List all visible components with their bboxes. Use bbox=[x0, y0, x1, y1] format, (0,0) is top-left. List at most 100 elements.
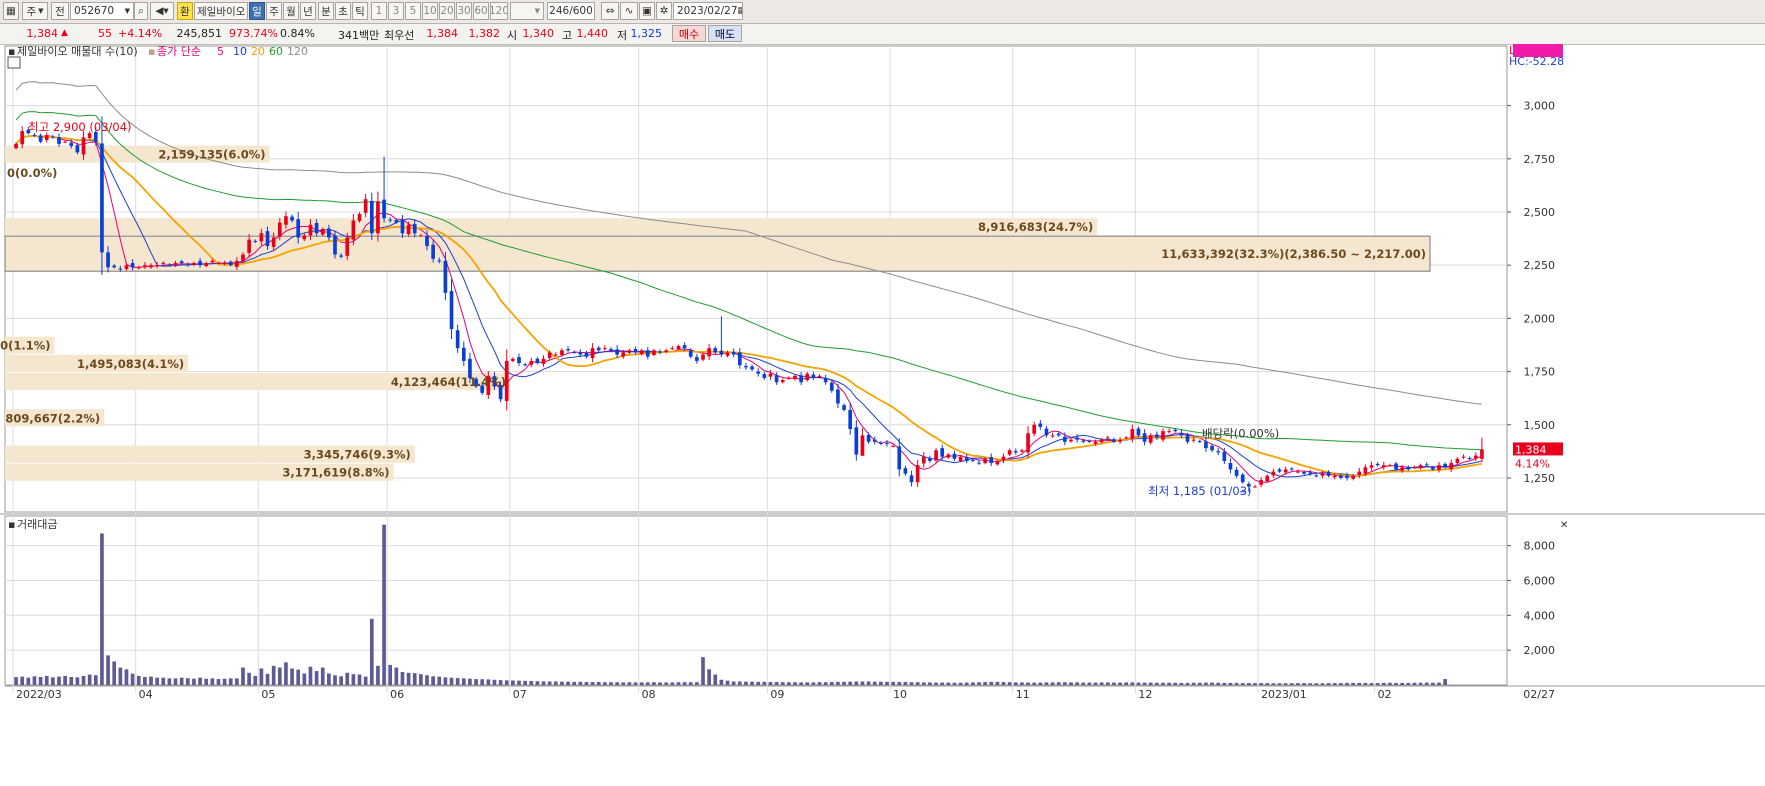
volume-bar bbox=[363, 676, 368, 685]
candle-body bbox=[719, 350, 724, 355]
volume-bar bbox=[1093, 682, 1098, 685]
trend-icon[interactable]: ∿ bbox=[620, 2, 638, 20]
candle-body bbox=[1167, 431, 1171, 433]
volume-bar bbox=[216, 679, 221, 685]
candle-body bbox=[1210, 446, 1214, 451]
candle-body bbox=[995, 460, 1000, 465]
volume-bar bbox=[87, 674, 92, 685]
candle-body bbox=[69, 142, 74, 147]
candle-body bbox=[1253, 486, 1257, 488]
period-year[interactable]: 년 bbox=[300, 2, 316, 20]
currency-button[interactable]: 환 bbox=[177, 2, 193, 20]
date-input[interactable]: 2023/02/27▦ bbox=[673, 2, 743, 20]
period-tick[interactable]: 틱 bbox=[352, 2, 368, 20]
candle-body bbox=[455, 330, 460, 349]
candle-body bbox=[75, 145, 80, 153]
candle-body bbox=[1473, 455, 1478, 459]
period-minute[interactable]: 분 bbox=[318, 2, 334, 20]
volume-bar bbox=[836, 681, 840, 685]
candle-body bbox=[1461, 456, 1466, 458]
price-tick-label: 2,250 bbox=[1524, 259, 1556, 272]
zoom-icon[interactable]: ⇔ bbox=[601, 2, 619, 20]
candle-body bbox=[51, 136, 55, 138]
market-select[interactable]: 주 ▼ bbox=[22, 2, 48, 20]
volume-bar bbox=[1253, 683, 1257, 685]
volume-bars bbox=[14, 524, 1447, 685]
legend-square-icon: ▪ bbox=[8, 518, 15, 531]
candle-body bbox=[345, 237, 350, 256]
volume-bar bbox=[866, 681, 871, 685]
count-3[interactable]: 3 bbox=[388, 2, 404, 20]
candle-body bbox=[964, 457, 969, 461]
stock-code-input[interactable]: 052670 ▼ bbox=[70, 2, 134, 20]
candle-body bbox=[44, 135, 49, 141]
volume-bar bbox=[412, 673, 417, 685]
count-60[interactable]: 60 bbox=[473, 2, 489, 20]
candle-body bbox=[676, 346, 681, 350]
volume-profile-label: 8,916,683(24.7%) bbox=[978, 220, 1093, 234]
bar-count-value: 246 bbox=[549, 5, 570, 17]
mode-select[interactable]: 전 bbox=[51, 2, 69, 20]
chart-menu-icon[interactable]: ▦ bbox=[3, 2, 19, 20]
volume-bar bbox=[1369, 683, 1374, 685]
panel-close-icon: ✕ bbox=[1560, 520, 1568, 531]
period-day[interactable]: 일 bbox=[249, 2, 265, 20]
date-label: 2022/03 bbox=[16, 688, 62, 701]
ma-legend-item: 60 bbox=[269, 45, 283, 58]
count-10[interactable]: 10 bbox=[422, 2, 438, 20]
volume-bar bbox=[1400, 682, 1405, 685]
speaker-icon[interactable]: ◀▾ bbox=[150, 2, 174, 20]
bar-count[interactable]: 246/600 bbox=[547, 2, 595, 20]
candle-body bbox=[1277, 469, 1282, 472]
candle-body bbox=[1173, 429, 1178, 432]
sell-button[interactable]: 매도 bbox=[708, 25, 742, 42]
candle-body bbox=[1424, 464, 1429, 466]
candle-body bbox=[412, 223, 417, 234]
custom-count-select[interactable]: ▼ bbox=[510, 2, 544, 20]
count-30[interactable]: 30 bbox=[456, 2, 472, 20]
volume-bar bbox=[1026, 682, 1030, 685]
volume-bar bbox=[774, 682, 779, 685]
volume-bar bbox=[872, 681, 877, 685]
candle-body bbox=[271, 237, 276, 247]
save-icon[interactable]: ▣ bbox=[639, 2, 655, 20]
volume-bar bbox=[915, 682, 920, 685]
buy-button[interactable]: 매수 bbox=[672, 25, 706, 42]
count-5[interactable]: 5 bbox=[405, 2, 421, 20]
date-label: 12 bbox=[1138, 688, 1152, 701]
count-120[interactable]: 120 bbox=[490, 2, 508, 20]
candle-body bbox=[713, 348, 718, 353]
volume-bar bbox=[1032, 682, 1037, 685]
search-icon[interactable]: ⌕ bbox=[134, 2, 148, 20]
volume-bar bbox=[891, 681, 895, 685]
candle-body bbox=[1222, 451, 1227, 461]
candle-body bbox=[357, 214, 362, 221]
volume-bar bbox=[713, 674, 718, 685]
change: 55 bbox=[98, 27, 112, 40]
volume-bar bbox=[1418, 682, 1423, 685]
volume-bar bbox=[1296, 683, 1300, 685]
candle-body bbox=[1412, 467, 1417, 469]
period-month[interactable]: 월 bbox=[283, 2, 299, 20]
candle-body bbox=[1075, 437, 1079, 440]
candle-body bbox=[20, 131, 25, 145]
volume-bar bbox=[1142, 682, 1147, 685]
gear-icon[interactable]: ✲ bbox=[656, 2, 672, 20]
date-label: 05 bbox=[261, 688, 275, 701]
candle-body bbox=[885, 443, 889, 445]
period-week[interactable]: 주 bbox=[266, 2, 282, 20]
volume-bar bbox=[719, 679, 724, 685]
volume-bar bbox=[345, 672, 350, 685]
candle-body bbox=[369, 200, 374, 234]
candle-body bbox=[431, 244, 435, 259]
current-price-label: 1,384 bbox=[1515, 443, 1547, 456]
ma-legend-item: 120 bbox=[287, 45, 308, 58]
volume-bar bbox=[983, 682, 987, 685]
calendar-icon[interactable]: ▦ bbox=[738, 6, 742, 16]
candle-body bbox=[210, 260, 215, 263]
volume-bar bbox=[81, 675, 86, 685]
count-1[interactable]: 1 bbox=[371, 2, 387, 20]
count-20[interactable]: 20 bbox=[439, 2, 455, 20]
period-second[interactable]: 초 bbox=[335, 2, 351, 20]
volume-bar bbox=[909, 682, 914, 685]
